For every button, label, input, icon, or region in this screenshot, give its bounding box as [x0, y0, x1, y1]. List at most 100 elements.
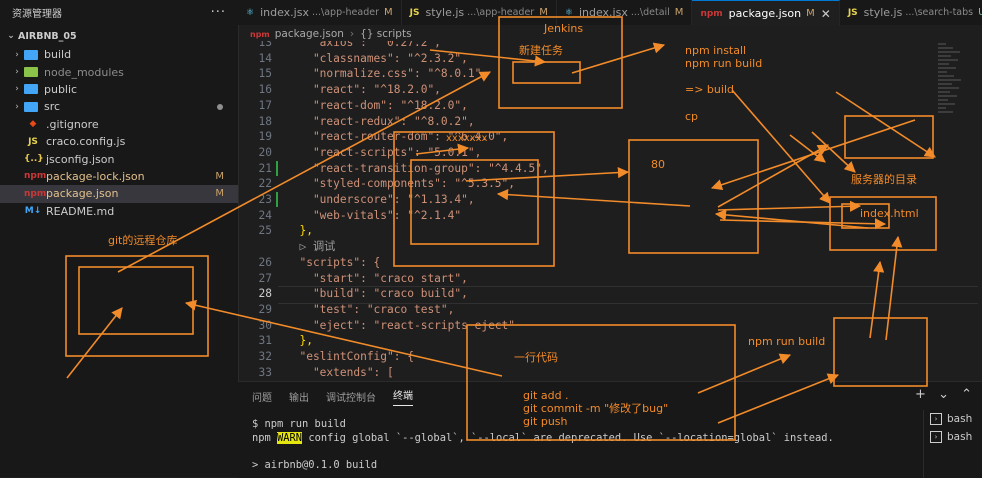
file-type-icon: JS: [28, 136, 38, 147]
file-tree-item[interactable]: npm package-lock.json M: [0, 168, 238, 185]
code-line: ▷ 调试: [238, 239, 938, 255]
file-tree-item[interactable]: › node_modules: [0, 63, 238, 80]
chevron-right-icon[interactable]: ›: [10, 102, 24, 112]
tab-path: ...\search-tabs: [905, 7, 974, 18]
file-tree-label: package-lock.json: [46, 169, 145, 183]
minimap-line: [938, 87, 959, 89]
panel-tab[interactable]: 调试控制台: [326, 389, 376, 404]
annotation-label: 80: [651, 158, 665, 171]
code-line: 22 "styled-components": "^5.3.5",: [238, 176, 938, 192]
git-gutter-mark: [276, 192, 278, 207]
minimap-line: [938, 71, 947, 73]
file-tree-item[interactable]: › src: [0, 98, 238, 115]
minimap-line: [938, 91, 950, 93]
tab-file-icon: ⚛: [246, 7, 255, 18]
git-gutter-mark: [276, 160, 278, 176]
chevron-down-icon: ⌄: [7, 31, 15, 41]
line-number: 33: [258, 365, 272, 379]
minimap-line: [938, 99, 948, 101]
file-tree: › build › node_modules › public › src ◆ .gitignor…: [0, 46, 238, 220]
editor-tab[interactable]: npm package.json M ✕: [692, 0, 840, 26]
folder-icon: [24, 84, 38, 95]
breadcrumb-separator: ›: [349, 28, 355, 40]
npm-file-icon: npm: [250, 29, 270, 39]
code-line: 33 "extends": [: [238, 365, 938, 381]
code-line: 14 "classnames": "^2.3.2",: [238, 51, 938, 67]
tab-status-badge: U: [978, 7, 982, 18]
code-line: 19 "react-router-dom": "^6.4.0",: [238, 129, 938, 145]
editor-tab[interactable]: JS style.js ...\app-header M: [402, 0, 557, 25]
close-icon[interactable]: ✕: [821, 7, 831, 21]
file-type-icon: ◆: [29, 119, 37, 130]
file-type-icon: npm: [24, 171, 47, 182]
annotation-label: 服务器的目录: [851, 173, 917, 186]
annotation-label: 新建任务: [519, 44, 563, 57]
code-text: "react-redux": "^8.0.2",: [286, 114, 475, 128]
workspace-name: AIRBNB_05: [18, 30, 77, 42]
warn-badge: WARN: [277, 432, 303, 444]
file-type-icon: M↓: [24, 206, 42, 217]
line-number: 28: [258, 287, 272, 301]
file-tree-label: public: [44, 82, 78, 96]
code-line: 27 "start": "craco start",: [238, 271, 938, 287]
file-tree-item[interactable]: JS craco.config.js: [0, 133, 238, 150]
file-tree-item[interactable]: npm package.json M: [0, 185, 238, 203]
panel-tab[interactable]: 终端: [393, 387, 413, 406]
minimap[interactable]: [938, 41, 964, 381]
terminal-line: > airbnb@0.1.0 build: [252, 459, 378, 471]
breadcrumb-node[interactable]: {} scripts: [360, 28, 411, 40]
tab-status-badge: M: [539, 7, 548, 18]
code-text: "normalize.css": "^8.0.1",: [286, 67, 489, 81]
line-number: 19: [258, 130, 272, 144]
annotation-label: cp: [685, 110, 699, 123]
file-tree-item[interactable]: {..} jsconfig.json: [0, 150, 238, 167]
explorer-header: 资源管理器 ···: [0, 0, 238, 24]
minimap-line: [938, 47, 953, 49]
code-line: 26 "scripts": {: [238, 255, 938, 271]
code-text: "start": "craco start",: [286, 271, 468, 285]
minimap-line: [938, 83, 952, 85]
code-text: "react-dom": "^18.2.0",: [286, 98, 468, 112]
line-number: 31: [258, 334, 272, 348]
line-number: 26: [258, 255, 272, 269]
chevron-right-icon[interactable]: ›: [10, 50, 24, 60]
terminal-instance[interactable]: › bash: [924, 410, 982, 428]
chevron-right-icon[interactable]: ›: [10, 67, 24, 77]
code-text: "react-router-dom": "^6.4.0",: [286, 130, 509, 144]
folder-icon: [24, 67, 38, 78]
tab-label: index.jsx: [260, 6, 309, 19]
code-text: "classnames": "^2.3.2",: [286, 51, 468, 65]
code-line: 13 "axios": "^0.27.2",: [238, 41, 938, 51]
file-tree-item[interactable]: ◆ .gitignore: [0, 116, 238, 133]
tab-label: style.js: [863, 6, 903, 19]
more-actions-icon[interactable]: ···: [211, 5, 226, 20]
minimap-line: [938, 107, 946, 109]
panel-actions[interactable]: + ⌄ ⌃: [915, 387, 976, 402]
minimap-line: [938, 95, 957, 97]
panel-tab[interactable]: 问题: [252, 389, 272, 404]
code-line: 18 "react-redux": "^8.0.2",: [238, 114, 938, 130]
file-tree-label: node_modules: [44, 65, 124, 79]
terminal-list: › bash › bash: [923, 410, 982, 478]
editor-tab[interactable]: JS style.js ...\search-tabs U: [840, 0, 982, 25]
git-status-badge: M: [215, 170, 224, 182]
file-tree-item[interactable]: › build: [0, 46, 238, 63]
chevron-right-icon[interactable]: ›: [10, 84, 24, 94]
minimap-line: [938, 55, 951, 57]
editor-tab[interactable]: ⚛ index.jsx ...\app-header M: [238, 0, 402, 25]
terminal-instance[interactable]: › bash: [924, 428, 982, 446]
code-line: 21 "react-transition-group": "^4.4.5",: [238, 161, 938, 177]
panel-tab[interactable]: 输出: [289, 389, 309, 404]
breadcrumb-file[interactable]: package.json: [275, 28, 344, 40]
code-text: "react-transition-group": "^4.4.5",: [286, 161, 549, 175]
file-tree-item[interactable]: › public: [0, 81, 238, 98]
file-tree-item[interactable]: M↓ README.md: [0, 203, 238, 220]
code-text: ▷ 调试: [286, 240, 336, 254]
file-tree-label: README.md: [46, 204, 115, 218]
minimap-line: [938, 43, 946, 45]
tab-path: ...\app-header: [311, 7, 380, 18]
tab-file-icon: JS: [409, 7, 420, 18]
code-text: "eslintConfig": {: [286, 350, 414, 363]
code-text: "web-vitals": "^2.1.4": [286, 208, 462, 222]
workspace-section[interactable]: ⌄ AIRBNB_05: [0, 26, 238, 46]
